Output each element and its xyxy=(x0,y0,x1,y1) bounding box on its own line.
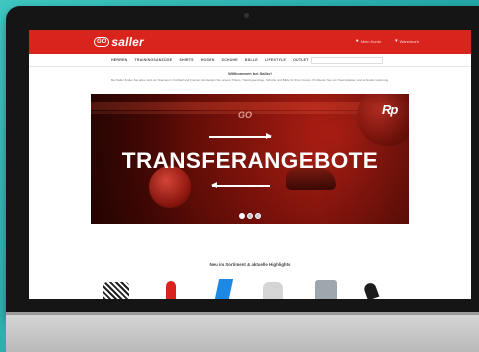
site-logo[interactable]: GO saller xyxy=(94,35,144,49)
product-item-grey-shirt[interactable] xyxy=(263,282,283,299)
hero-brand-mark: GO xyxy=(238,110,253,120)
main-navigation: HERREN TRAININGSANZÜGE SHIRTS HOSEN SCHU… xyxy=(29,54,471,67)
account-link[interactable]: ● Mein Konto xyxy=(356,38,381,44)
browser-screen: GO saller ● Mein Konto ▾ Warenkorb HERRE… xyxy=(29,30,471,299)
slider-dot[interactable] xyxy=(239,213,245,219)
logo-mark: GO xyxy=(94,37,110,47)
nav-item-shirts[interactable]: SHIRTS xyxy=(179,58,193,62)
slider-dots xyxy=(239,213,261,219)
site-header: GO saller ● Mein Konto ▾ Warenkorb xyxy=(29,30,471,54)
product-item-blue-bag[interactable] xyxy=(214,279,234,299)
nav-item-hosen[interactable]: HOSEN xyxy=(201,58,215,62)
monitor-frame: GO saller ● Mein Konto ▾ Warenkorb HERRE… xyxy=(6,6,479,316)
nav-item-schuhe[interactable]: SCHUHE xyxy=(222,58,238,62)
nav-item-outlet[interactable]: OUTLET xyxy=(293,58,309,62)
product-item-bottle[interactable] xyxy=(166,281,176,299)
welcome-title: Willkommen bei Saller! xyxy=(228,71,272,76)
slider-dot[interactable] xyxy=(247,213,253,219)
monitor-bezel-edge xyxy=(6,312,479,315)
nav-item-baelle[interactable]: BÄLLE xyxy=(245,58,258,62)
account-link-label: Mein Konto xyxy=(360,38,382,44)
cart-icon: ▾ xyxy=(395,38,398,44)
search-input[interactable] xyxy=(311,57,383,64)
webcam-icon xyxy=(244,13,249,18)
hero-banner[interactable]: GO Rp TRANSFERANGEBOTE xyxy=(91,94,409,224)
welcome-text: Bei Saller finden Sie alles rund um Team… xyxy=(111,78,389,82)
product-strip xyxy=(29,278,471,299)
arrow-left-icon xyxy=(211,182,270,188)
nav-item-lifestyle[interactable]: LIFESTYLE xyxy=(265,58,286,62)
nav-items: HERREN TRAININGSANZÜGE SHIRTS HOSEN SCHU… xyxy=(111,58,309,62)
logo-text: saller xyxy=(111,35,144,49)
slider-dot[interactable] xyxy=(255,213,261,219)
monitor-stand-base xyxy=(6,312,479,352)
header-links: ● Mein Konto ▾ Warenkorb xyxy=(356,38,419,44)
product-item-goal-net[interactable] xyxy=(103,282,129,299)
product-item-shorts[interactable] xyxy=(315,280,337,299)
hero-corner-logo: Rp xyxy=(382,102,398,117)
section-title: Neu im Sortiment & aktuelle Highlights xyxy=(209,262,291,267)
product-item-black-item[interactable] xyxy=(362,281,380,299)
nav-item-herren[interactable]: HERREN xyxy=(111,58,127,62)
nav-item-trainingsanzuege[interactable]: TRAININGSANZÜGE xyxy=(134,58,172,62)
hero-title: TRANSFERANGEBOTE xyxy=(121,148,379,173)
cart-link[interactable]: ▾ Warenkorb xyxy=(395,38,419,44)
arrow-right-icon xyxy=(209,133,272,139)
user-icon: ● xyxy=(355,38,359,44)
cart-link-label: Warenkorb xyxy=(399,38,419,44)
